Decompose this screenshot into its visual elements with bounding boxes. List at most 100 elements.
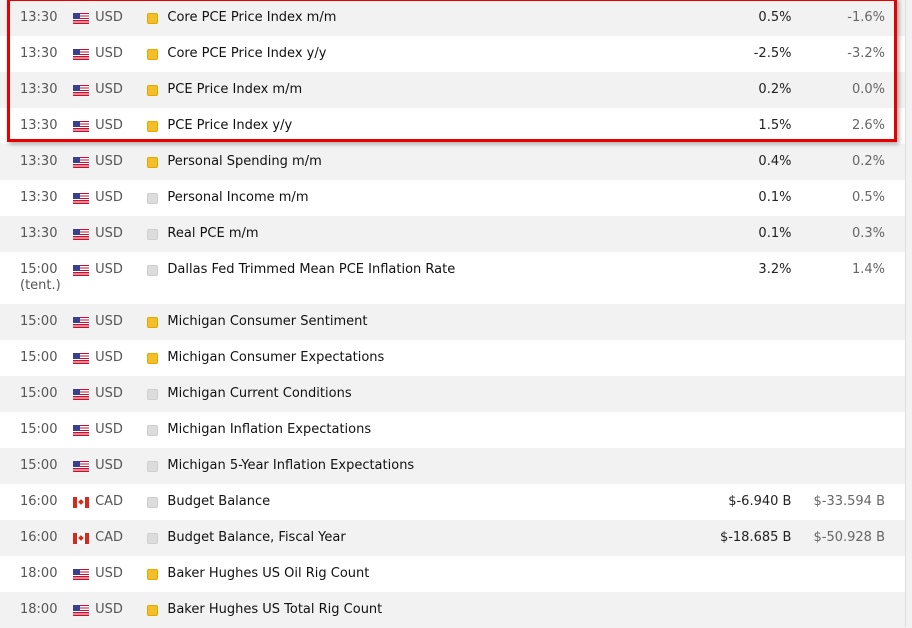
event-time: 16:00 <box>0 530 73 546</box>
low-importance-icon <box>146 461 158 472</box>
us-flag-icon <box>73 388 90 400</box>
currency-code: USD <box>95 458 123 473</box>
event-name[interactable]: Budget Balance <box>167 494 698 510</box>
table-row[interactable]: 13:30 USD Core PCE Price Index y/y -2.5% -3.… <box>0 36 905 72</box>
currency: USD <box>73 314 147 329</box>
table-row[interactable]: 18:00 USD Baker Hughes US Oil Rig Count <box>0 556 905 592</box>
us-flag-icon <box>73 84 90 96</box>
table-row[interactable]: 15:00 USD Michigan Consumer Sentiment <box>0 304 905 340</box>
high-importance-icon <box>146 353 158 364</box>
importance <box>146 386 168 400</box>
actual-value: 0.1% <box>758 190 792 205</box>
time-text: 15:00 <box>20 386 58 401</box>
us-flag-icon <box>73 424 90 436</box>
table-row[interactable]: 15:00 USD Michigan Consumer Expectations <box>0 340 905 376</box>
table-row[interactable]: 18:00 USD Baker Hughes US Total Rig Count <box>0 592 905 628</box>
previous-value: 1.4% <box>851 262 885 277</box>
time-text: 13:30 <box>20 82 58 97</box>
us-flag-icon <box>73 156 90 168</box>
currency-code: USD <box>95 46 123 61</box>
table-row[interactable]: 13:30 USD Personal Spending m/m 0.4% 0.2% <box>0 144 905 180</box>
low-importance-icon <box>146 533 158 544</box>
currency-code: USD <box>95 422 123 437</box>
event-name[interactable]: Baker Hughes US Oil Rig Count <box>167 566 698 582</box>
event-name[interactable]: Core PCE Price Index y/y <box>167 46 698 62</box>
time-text: 13:30 <box>20 190 58 205</box>
table-row[interactable]: 16:00 CAD Budget Balance $-6.940 B $-33.594 … <box>0 484 905 520</box>
low-importance-icon <box>146 389 158 400</box>
event-time: 13:30 <box>0 82 73 98</box>
currency-code: USD <box>95 82 123 97</box>
high-importance-icon <box>146 317 158 328</box>
event-name[interactable]: Real PCE m/m <box>167 226 698 242</box>
currency-code: USD <box>95 566 123 581</box>
event-name[interactable]: Michigan Inflation Expectations <box>167 422 698 438</box>
actual-value: $-6.940 B <box>728 494 792 509</box>
time-text: 15:00 <box>20 422 58 437</box>
time-text: 18:00 <box>20 602 58 617</box>
previous-value: 0.3% <box>851 226 885 241</box>
importance <box>146 118 168 132</box>
currency: USD <box>73 46 147 61</box>
tentative-label: (tent.) <box>20 278 61 293</box>
previous-value: 2.6% <box>851 118 885 133</box>
event-time: 13:30 <box>0 226 73 242</box>
importance <box>146 262 168 276</box>
event-name[interactable]: Baker Hughes US Total Rig Count <box>167 602 698 618</box>
currency: CAD <box>73 494 147 509</box>
currency-code: USD <box>95 314 123 329</box>
table-row[interactable]: 15:00 USD Michigan 5-Year Inflation Expect… <box>0 448 905 484</box>
table-row[interactable]: 13:30 USD PCE Price Index m/m 0.2% 0.0% <box>0 72 905 108</box>
table-row[interactable]: 13:30 USD Core PCE Price Index m/m 0.5% -1.6… <box>0 0 905 36</box>
us-flag-icon <box>73 228 90 240</box>
importance <box>146 494 168 508</box>
time-text: 15:00 <box>20 262 58 277</box>
scrollbar[interactable] <box>905 0 912 627</box>
currency-code: USD <box>95 350 123 365</box>
us-flag-icon <box>73 460 90 472</box>
table-row[interactable]: 16:00 CAD Budget Balance, Fiscal Year $-18.… <box>0 520 905 556</box>
importance <box>146 350 168 364</box>
event-name[interactable]: Michigan 5-Year Inflation Expectations <box>167 458 698 474</box>
currency: USD <box>73 422 147 437</box>
low-importance-icon <box>146 193 158 204</box>
high-importance-icon <box>146 85 158 96</box>
us-flag-icon <box>73 568 90 580</box>
previous-value: -1.6% <box>847 10 885 25</box>
event-name[interactable]: Michigan Current Conditions <box>167 386 698 402</box>
event-time: 13:30 <box>0 10 73 26</box>
event-name[interactable]: PCE Price Index y/y <box>167 118 698 134</box>
time-text: 15:00 <box>20 314 58 329</box>
event-name[interactable]: Core PCE Price Index m/m <box>167 10 698 26</box>
event-time: 18:00 <box>0 566 73 582</box>
table-row[interactable]: 15:00 USD Michigan Inflation Expectations <box>0 412 905 448</box>
currency: USD <box>73 10 147 25</box>
event-name[interactable]: PCE Price Index m/m <box>167 82 698 98</box>
currency: USD <box>73 386 147 401</box>
table-row[interactable]: 15:00 USD Michigan Current Conditions <box>0 376 905 412</box>
low-importance-icon <box>146 425 158 436</box>
event-time: 15:00 (tent.) <box>0 262 73 294</box>
currency-code: CAD <box>95 530 124 545</box>
table-row[interactable]: 13:30 USD Personal Income m/m 0.1% 0.5% <box>0 180 905 216</box>
event-name[interactable]: Dallas Fed Trimmed Mean PCE Inflation Ra… <box>167 262 698 278</box>
table-row[interactable]: 15:00 (tent.) USD Dallas Fed Trimmed Mean P… <box>0 252 905 304</box>
low-importance-icon <box>146 229 158 240</box>
currency-code: USD <box>95 226 123 241</box>
table-row[interactable]: 13:30 USD Real PCE m/m 0.1% 0.3% <box>0 216 905 252</box>
event-name[interactable]: Personal Income m/m <box>167 190 698 206</box>
currency: USD <box>73 226 147 241</box>
event-name[interactable]: Michigan Consumer Sentiment <box>167 314 698 330</box>
importance <box>146 190 168 204</box>
importance <box>146 226 168 240</box>
currency-code: USD <box>95 190 123 205</box>
time-text: 18:00 <box>20 566 58 581</box>
event-time: 15:00 <box>0 458 73 474</box>
importance <box>146 82 168 96</box>
table-row[interactable]: 13:30 USD PCE Price Index y/y 1.5% 2.6% <box>0 108 905 144</box>
high-importance-icon <box>146 49 158 60</box>
event-name[interactable]: Personal Spending m/m <box>167 154 698 170</box>
event-name[interactable]: Budget Balance, Fiscal Year <box>167 530 698 546</box>
event-name[interactable]: Michigan Consumer Expectations <box>167 350 698 366</box>
event-time: 15:00 <box>0 314 73 330</box>
